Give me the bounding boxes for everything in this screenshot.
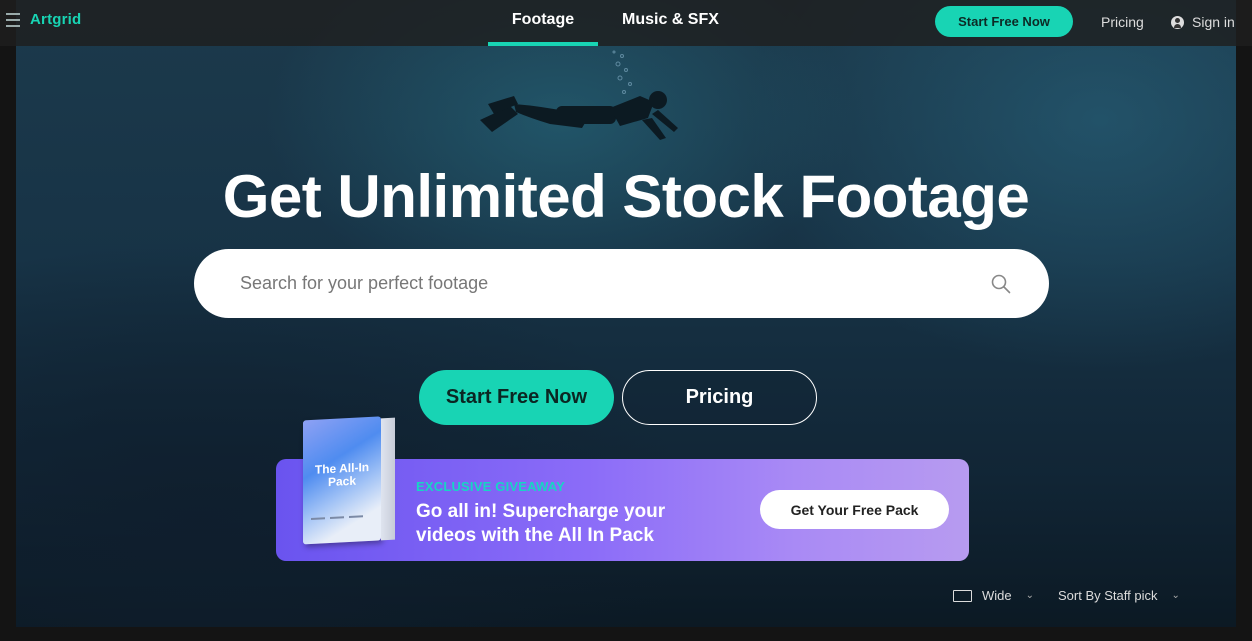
frame-bottom — [0, 627, 1252, 641]
search-input[interactable] — [240, 249, 940, 318]
sign-in-label: Sign in — [1192, 14, 1235, 30]
view-mode-dropdown[interactable]: Wide ⌄ — [953, 588, 1034, 603]
frame-right — [1236, 0, 1252, 641]
pricing-button[interactable]: Pricing — [622, 370, 817, 425]
active-tab-indicator — [488, 42, 598, 46]
search-icon[interactable] — [991, 274, 1011, 294]
search-bar — [194, 249, 1049, 318]
chevron-down-icon: ⌄ — [1025, 590, 1035, 601]
box-title: The All-In Pack — [314, 459, 370, 490]
wide-view-icon — [953, 589, 972, 602]
get-free-pack-button[interactable]: Get Your Free Pack — [760, 490, 949, 529]
view-mode-label: Wide — [982, 588, 1012, 603]
sort-label: Sort By Staff pick — [1058, 588, 1158, 603]
box-details — [311, 515, 373, 536]
user-icon — [1171, 15, 1184, 29]
promo-eyebrow: EXCLUSIVE GIVEAWAY — [416, 479, 566, 494]
start-free-now-button[interactable]: Start Free Now — [419, 370, 614, 425]
pricing-nav-link[interactable]: Pricing — [1101, 14, 1144, 30]
hamburger-menu-icon[interactable] — [6, 13, 22, 27]
hero-headline: Get Unlimited Stock Footage — [222, 163, 1030, 230]
chevron-down-icon: ⌄ — [1171, 590, 1180, 601]
promo-text: Go all in! Supercharge your videos with … — [416, 501, 666, 546]
artgrid-logo[interactable]: Artgrid — [30, 11, 81, 28]
tab-footage[interactable]: Footage — [488, 11, 598, 29]
sort-dropdown[interactable]: Sort By Staff pick ⌄ — [1058, 588, 1180, 603]
tab-music-sfx[interactable]: Music & SFX — [622, 11, 719, 29]
box-side — [381, 417, 395, 541]
sign-in-link[interactable]: Sign in — [1171, 14, 1235, 30]
frame-left — [0, 0, 16, 641]
start-free-now-nav-button[interactable]: Start Free Now — [935, 6, 1073, 37]
diver-illustration — [480, 50, 678, 140]
top-nav: Artgrid Footage Music & SFX Start Free N… — [0, 0, 1252, 46]
all-in-pack-box-image: The All-In Pack — [303, 416, 395, 549]
box-front: The All-In Pack — [303, 416, 381, 545]
